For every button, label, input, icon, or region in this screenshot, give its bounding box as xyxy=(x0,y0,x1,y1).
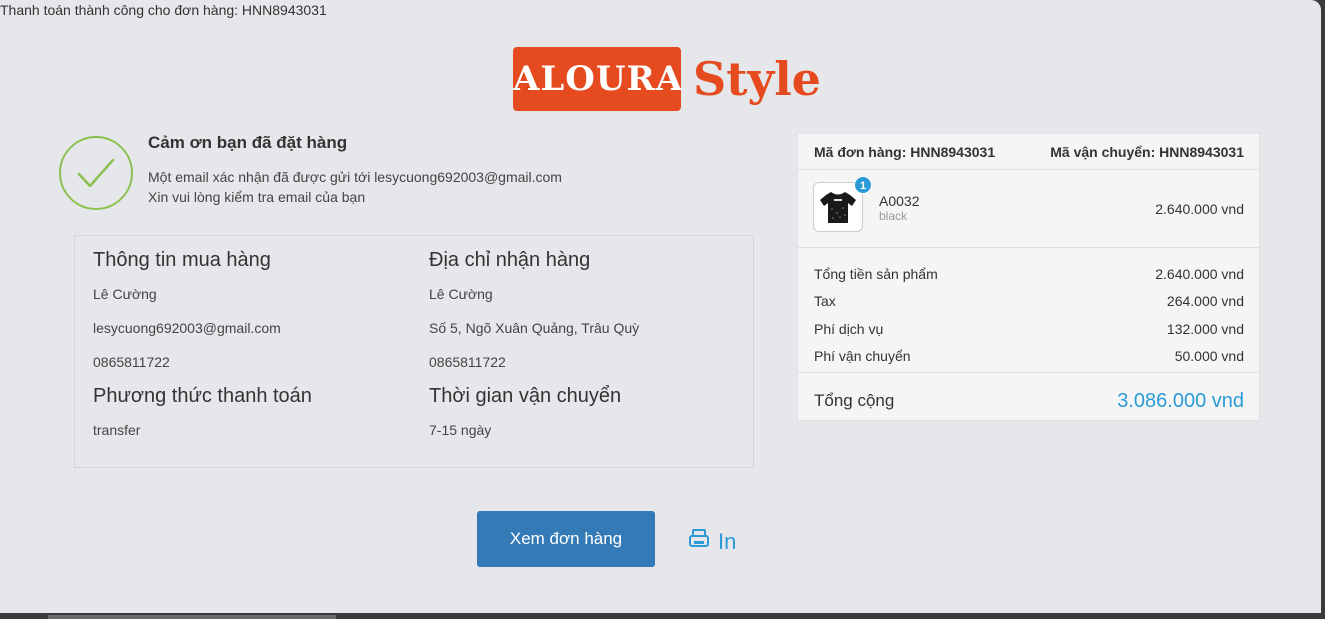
recipient-phone: 0865811722 xyxy=(429,354,506,370)
bottom-segment xyxy=(48,615,336,619)
buyer-phone: 0865811722 xyxy=(93,354,170,370)
total-label: Tổng cộng xyxy=(814,391,895,410)
buyer-email: lesycuong692003@gmail.com xyxy=(93,320,281,336)
product-row: 1 A0032 black 2.640.000 vnd xyxy=(798,169,1259,248)
view-order-button[interactable]: Xem đơn hàng xyxy=(477,511,655,567)
buyer-info-title: Thông tin mua hàng xyxy=(93,249,271,271)
payment-method-title: Phương thức thanh toán xyxy=(93,385,312,407)
shipping-fee-label: Phí vận chuyển xyxy=(814,348,911,364)
recipient-name: Lê Cường xyxy=(429,286,493,302)
quantity-badge: 1 xyxy=(854,176,872,194)
tax-value: 264.000 vnd xyxy=(1166,293,1244,309)
checkmark-icon xyxy=(59,136,133,210)
total-row: Tổng cộng 3.086.000 vnd xyxy=(798,372,1259,423)
order-summary-panel: Mã đơn hàng: HNN8943031 Mã vận chuyển: H… xyxy=(797,133,1260,421)
order-codes-header: Mã đơn hàng: HNN8943031 Mã vận chuyển: H… xyxy=(798,134,1259,170)
product-price: 2.640.000 vnd xyxy=(1155,201,1244,217)
email-confirmation-text: Một email xác nhận đã được gửi tới lesyc… xyxy=(148,169,562,185)
printer-icon xyxy=(688,528,710,556)
subtotal-label: Tổng tiền sản phẩm xyxy=(814,266,938,282)
product-name: A0032 xyxy=(879,193,920,209)
product-variant: black xyxy=(879,209,908,223)
delivery-time-title: Thời gian vận chuyển xyxy=(429,385,622,407)
recipient-address: Số 5, Ngõ Xuân Quảng, Trâu Quỳ xyxy=(429,320,640,336)
check-email-text: Xin vui lòng kiểm tra email của bạn xyxy=(148,189,366,205)
order-success-page: Thanh toán thành công cho đơn hàng: HNN8… xyxy=(0,0,1321,613)
subtotal-value: 2.640.000 vnd xyxy=(1155,266,1244,282)
delivery-time-value: 7-15 ngày xyxy=(429,422,492,438)
buyer-name: Lê Cường xyxy=(93,286,157,302)
thanks-title: Cảm ơn bạn đã đặt hàng xyxy=(148,133,348,152)
payment-status-text: Thanh toán thành công cho đơn hàng: HNN8… xyxy=(0,2,327,18)
shipping-code: Mã vận chuyển: HNN8943031 xyxy=(1050,144,1244,160)
shipping-fee-value: 50.000 vnd xyxy=(1174,348,1244,364)
service-fee-label: Phí dịch vụ xyxy=(814,321,884,337)
window-bottom-edge xyxy=(0,613,1325,619)
logo-style-text: Style xyxy=(693,52,821,106)
shipping-address-title: Địa chỉ nhận hàng xyxy=(429,249,591,271)
tax-label: Tax xyxy=(814,293,836,309)
logo-box-text: ALOURA xyxy=(513,47,682,111)
payment-method-value: transfer xyxy=(93,422,141,438)
print-label: In xyxy=(718,529,737,554)
customer-info-box: Thông tin mua hàng Lê Cường lesycuong692… xyxy=(74,235,754,468)
total-value: 3.086.000 vnd xyxy=(1117,390,1244,412)
order-code: Mã đơn hàng: HNN8943031 xyxy=(814,144,996,160)
service-fee-value: 132.000 vnd xyxy=(1166,321,1244,337)
